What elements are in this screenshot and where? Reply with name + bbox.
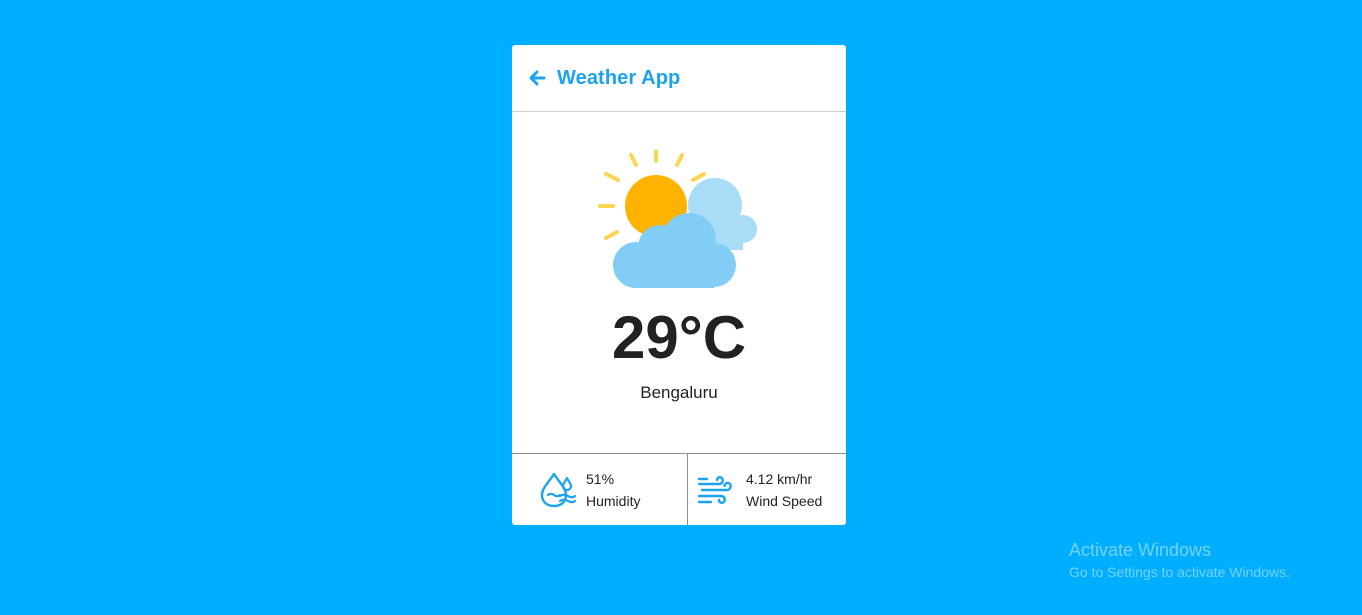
- humidity-icon: [540, 472, 576, 507]
- wind-stat: 4.12 km/hr Wind Speed: [688, 454, 846, 525]
- weather-card: Weather App 29°C Bengaluru 51% Humidity …: [512, 45, 846, 525]
- humidity-text: 51% Humidity: [586, 468, 640, 512]
- wind-icon: [697, 475, 732, 504]
- humidity-stat: 51% Humidity: [512, 454, 688, 525]
- card-header: Weather App: [512, 45, 846, 112]
- weather-stats: 51% Humidity 4.12 km/hr Wind Speed: [512, 454, 846, 525]
- wind-text: 4.12 km/hr Wind Speed: [746, 468, 822, 512]
- partly-cloudy-icon: [598, 150, 757, 288]
- wind-label: Wind Speed: [746, 492, 823, 509]
- city-name: Bengaluru: [640, 383, 718, 402]
- current-weather: 29°C Bengaluru: [512, 112, 846, 454]
- wind-value: 4.12 km/hr: [746, 470, 813, 487]
- watermark-title: Activate Windows: [1069, 540, 1212, 560]
- humidity-label: Humidity: [586, 492, 641, 509]
- back-button[interactable]: [528, 69, 546, 87]
- watermark-subtitle: Go to Settings to activate Windows.: [1069, 564, 1290, 580]
- humidity-value: 51%: [586, 470, 615, 487]
- app-title: Weather App: [557, 66, 681, 89]
- temperature: 29°C: [611, 304, 747, 371]
- arrow-left-icon: [529, 70, 545, 86]
- activate-windows-watermark: Activate Windows Go to Settings to activ…: [1069, 539, 1290, 583]
